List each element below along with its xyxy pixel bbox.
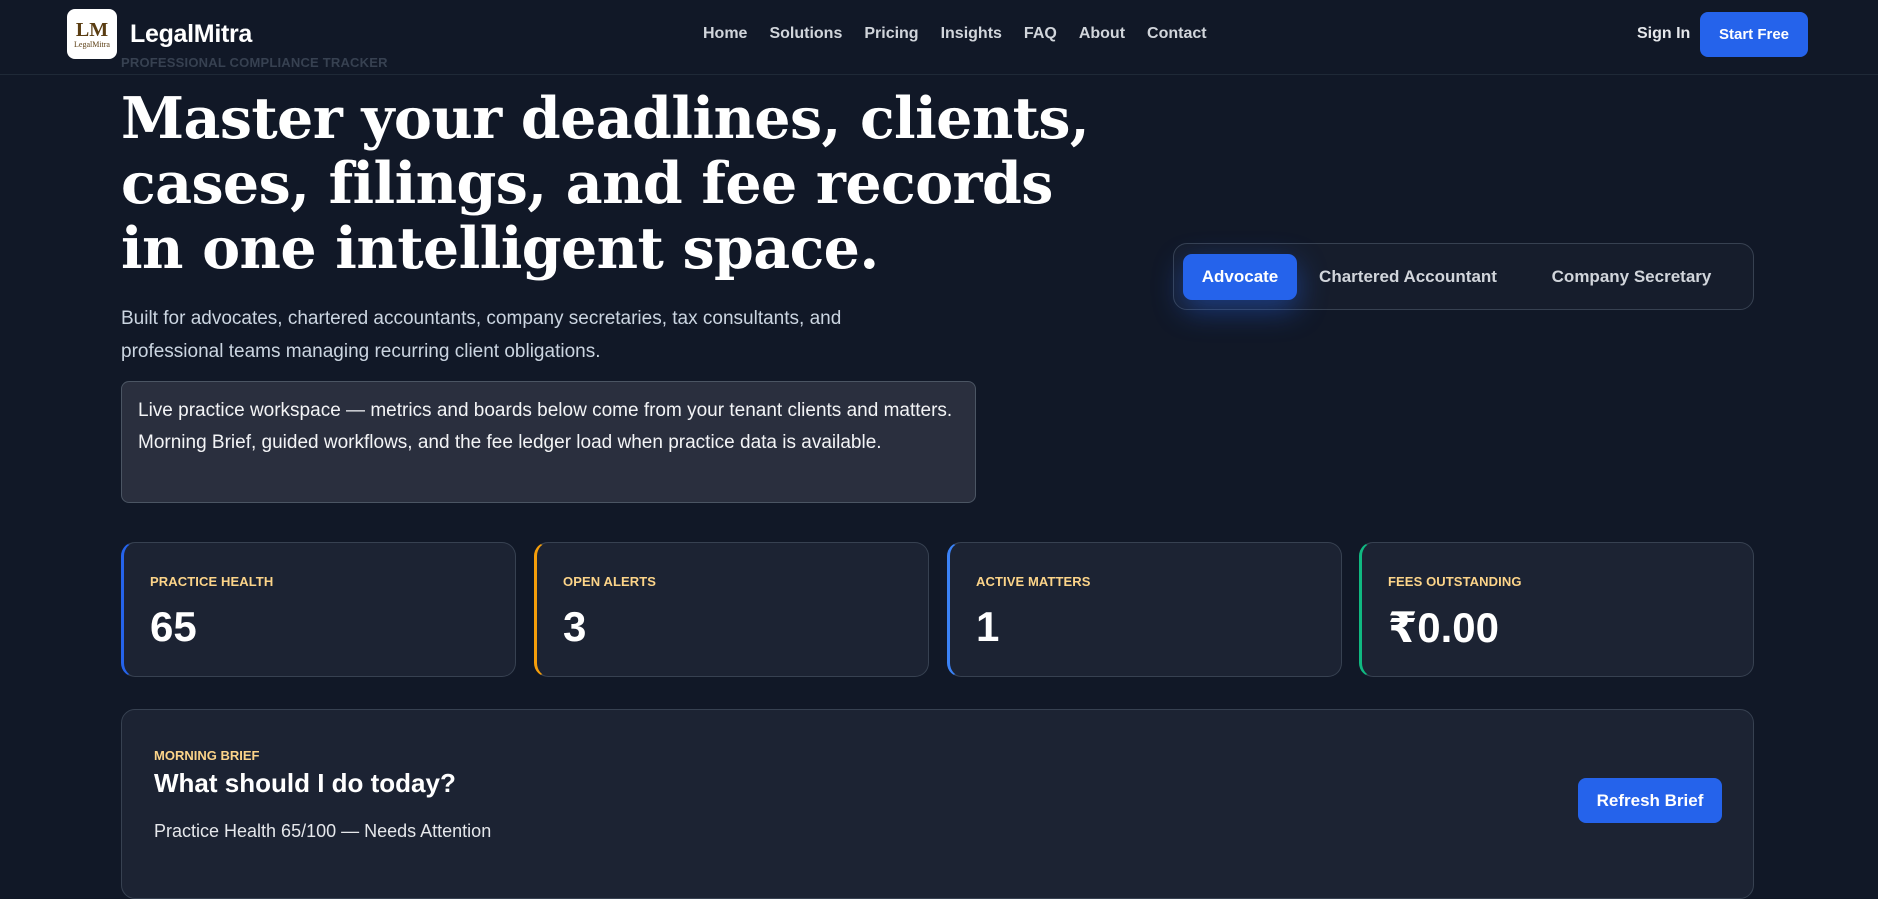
role-tab-advocate[interactable]: Advocate — [1183, 254, 1297, 300]
brand-logo[interactable]: LM LegalMitra — [67, 9, 117, 59]
stat-value: 65 — [150, 603, 197, 650]
nav-contact[interactable]: Contact — [1147, 25, 1207, 43]
role-switcher: Advocate Chartered Accountant Company Se… — [1173, 243, 1754, 310]
main-nav: Home Solutions Pricing Insights FAQ Abou… — [703, 25, 1207, 43]
stat-value: 1 — [976, 603, 1000, 650]
nav-solutions[interactable]: Solutions — [769, 25, 842, 43]
stat-card-open-alerts: OPEN ALERTS 3 — [534, 542, 929, 677]
logo-caption: LegalMitra — [74, 39, 110, 49]
sign-in-link[interactable]: Sign In — [1637, 25, 1690, 43]
hero-subtitle: Built for advocates, chartered accountan… — [121, 308, 842, 362]
stat-card-active-matters: ACTIVE MATTERS 1 — [947, 542, 1342, 677]
stat-label: PRACTICE HEALTH — [150, 574, 274, 589]
brief-title: What should I do today? — [154, 768, 456, 798]
workspace-notice: Live practice workspace — metrics and bo… — [121, 381, 976, 503]
brand-name[interactable]: LegalMitra — [130, 20, 252, 49]
refresh-brief-button[interactable]: Refresh Brief — [1578, 778, 1722, 823]
brief-eyebrow: MORNING BRIEF — [154, 748, 260, 763]
stat-label: ACTIVE MATTERS — [976, 574, 1091, 589]
stat-value: 3 — [563, 603, 587, 650]
hero-eyebrow: PROFESSIONAL COMPLIANCE TRACKER — [121, 55, 388, 70]
morning-brief-panel: MORNING BRIEF What should I do today? Pr… — [121, 709, 1754, 899]
role-tab-chartered-accountant[interactable]: Chartered Accountant — [1308, 254, 1508, 300]
start-free-button[interactable]: Start Free — [1700, 12, 1808, 57]
logo-mark: LM — [75, 18, 109, 41]
brief-status: Practice Health 65/100 — Needs Attention — [154, 821, 492, 841]
nav-faq[interactable]: FAQ — [1024, 25, 1057, 43]
stat-label: OPEN ALERTS — [563, 574, 657, 589]
nav-pricing[interactable]: Pricing — [864, 25, 918, 43]
stat-label: FEES OUTSTANDING — [1388, 574, 1522, 589]
nav-home[interactable]: Home — [703, 25, 747, 43]
nav-insights[interactable]: Insights — [941, 25, 1002, 43]
nav-about[interactable]: About — [1079, 25, 1125, 43]
stat-card-fees-outstanding: FEES OUTSTANDING ₹0.00 — [1359, 542, 1754, 677]
stat-value: ₹0.00 — [1388, 604, 1499, 651]
stat-card-practice-health: PRACTICE HEALTH 65 — [121, 542, 516, 677]
role-tab-company-secretary[interactable]: Company Secretary — [1520, 254, 1743, 300]
hero-title: Master your deadlines, clients, cases, f… — [121, 85, 1090, 282]
